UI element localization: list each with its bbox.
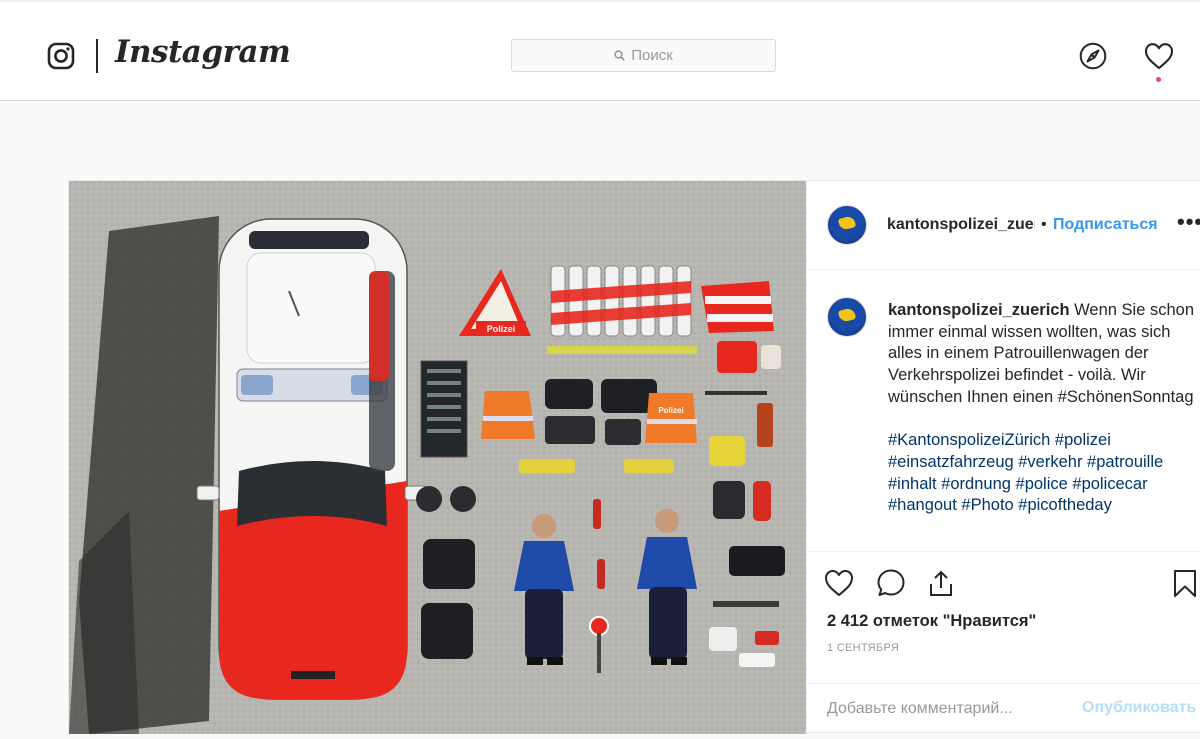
search-placeholder: Поиск — [631, 47, 673, 64]
search-icon — [614, 50, 626, 61]
explore-compass-icon[interactable] — [1079, 42, 1107, 70]
post-date[interactable]: 1 сентября — [827, 642, 899, 654]
caption-avatar[interactable] — [827, 297, 867, 337]
caption-text: kantonspolizei_zuerich Wenn Sie schon im… — [888, 300, 1198, 517]
sign-label: Polizei — [487, 324, 516, 334]
likes-count[interactable]: 2 412 отметок "Нравится" — [827, 612, 1036, 631]
logo-divider — [96, 39, 98, 73]
vest-label: Polizei — [658, 406, 683, 415]
caption-hashtags[interactable]: #KantonspolizeiZürich #polizei #einsatzf… — [888, 430, 1198, 517]
follow-button[interactable]: Подписаться — [1053, 216, 1158, 234]
notification-dot — [1156, 77, 1161, 82]
post-card: Polizei Polizei kantonspolizei_zue • Под… — [68, 180, 1200, 734]
comment-bubble-icon[interactable] — [875, 567, 907, 599]
post-sidebar: kantonspolizei_zuerich • Подписаться •••… — [806, 181, 1200, 734]
comment-bar: Опубликовать — [807, 683, 1200, 735]
bookmark-icon[interactable] — [1169, 567, 1200, 599]
instagram-camera-icon[interactable] — [47, 42, 75, 70]
top-navigation: Instagram Поиск — [0, 0, 1200, 101]
post-author-username[interactable]: kantonspolizei_zuerich — [887, 216, 1035, 234]
search-input[interactable]: Поиск — [511, 39, 776, 72]
more-options-icon[interactable]: ••• — [1177, 209, 1200, 235]
instagram-wordmark[interactable]: Instagram — [115, 34, 291, 70]
police-car-flatlay-image: Polizei Polizei — [69, 181, 806, 734]
caption-username[interactable]: kantonspolizei_zuerich — [888, 301, 1070, 319]
post-header: kantonspolizei_zuerich • Подписаться ••• — [807, 181, 1200, 270]
activity-heart-icon[interactable] — [1143, 41, 1175, 71]
publish-button[interactable]: Опубликовать — [1082, 699, 1196, 717]
separator-dot: • — [1041, 216, 1047, 233]
post-actions: 2 412 отметок "Нравится" 1 сентября Опуб… — [807, 551, 1200, 734]
profile-avatar[interactable] — [827, 205, 867, 245]
like-heart-icon[interactable] — [823, 567, 855, 599]
comment-input[interactable] — [827, 696, 1077, 722]
browser-edge-line — [0, 0, 1200, 2]
post-photo[interactable]: Polizei Polizei — [69, 181, 806, 734]
police-car — [196, 218, 428, 700]
caption-section: kantonspolizei_zuerich Wenn Sie schon im… — [807, 271, 1200, 551]
share-icon[interactable] — [925, 567, 957, 599]
